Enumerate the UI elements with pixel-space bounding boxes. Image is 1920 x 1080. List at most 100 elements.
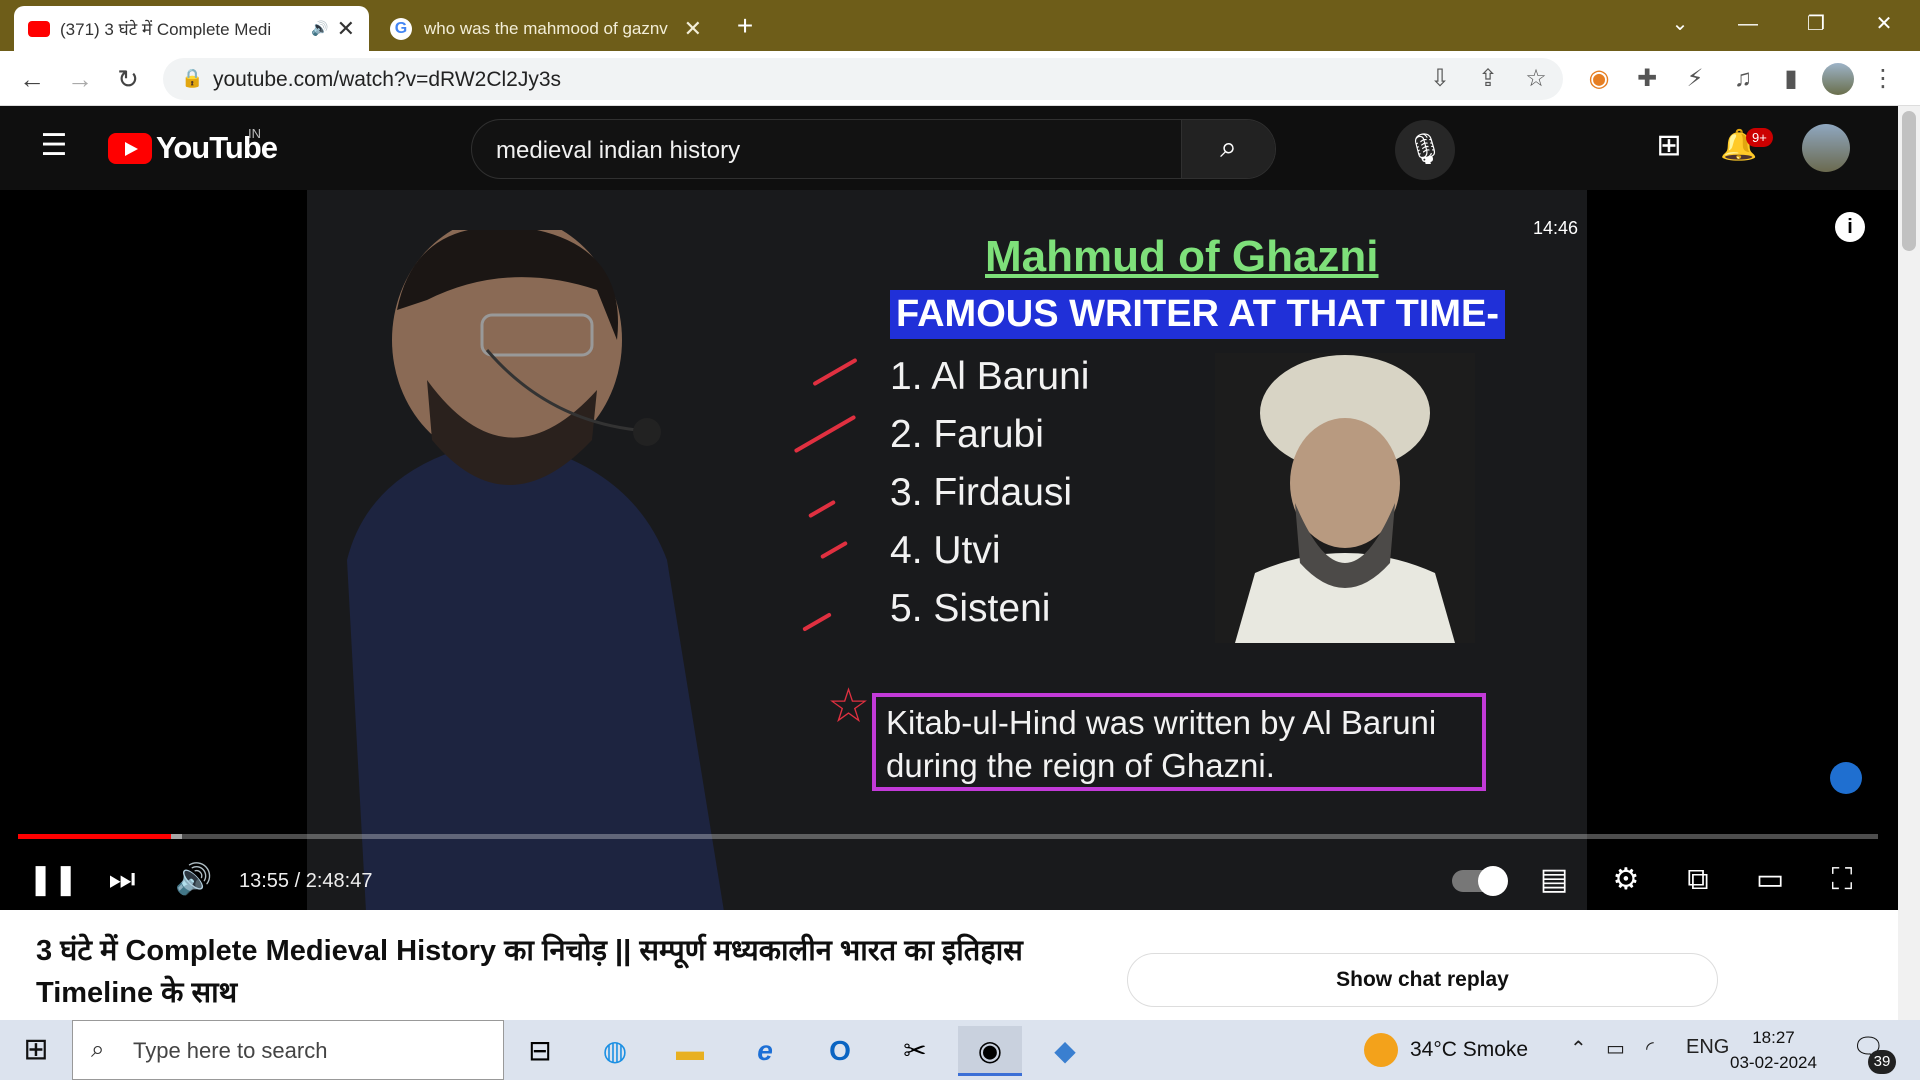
scrollbar-thumb[interactable] <box>1902 111 1916 251</box>
notepad-app-icon[interactable]: ◆ <box>1033 1026 1097 1076</box>
star-mark-icon: ☆ <box>827 680 871 733</box>
internet-explorer-icon[interactable]: e <box>733 1026 797 1076</box>
outlook-icon[interactable]: O <box>808 1026 872 1076</box>
check-mark <box>820 540 848 560</box>
tab-title: who was the mahmood of gaznv <box>424 18 668 38</box>
search-icon: ⌕ <box>91 1036 105 1063</box>
file-explorer-icon[interactable]: ▬ <box>658 1026 722 1076</box>
create-video-icon[interactable]: ⊞ <box>1647 128 1691 163</box>
youtube-play-icon <box>108 132 152 164</box>
windows-taskbar: ⊞ ⌕ Type here to search ⊟ ◍ ▬ e O ✂ ◉ ◆ … <box>0 1020 1920 1080</box>
profile-avatar[interactable] <box>1822 63 1854 95</box>
account-avatar[interactable] <box>1802 124 1850 172</box>
progress-played <box>18 834 172 839</box>
performance-icon[interactable]: ⚡ <box>1678 62 1712 96</box>
check-mark <box>808 499 836 519</box>
tab-close-icon[interactable]: ✕ <box>684 16 702 42</box>
weather-sun-icon <box>1364 1033 1398 1067</box>
search-input[interactable]: medieval indian history <box>496 137 740 165</box>
video-player[interactable]: Mahmud of Ghazni FAMOUS WRITER AT THAT T… <box>0 190 1898 910</box>
autoplay-toggle[interactable] <box>1452 866 1508 896</box>
bookmark-star-icon[interactable]: ☆ <box>1519 62 1553 96</box>
media-controls-icon[interactable]: ♫ <box>1726 62 1760 96</box>
google-favicon-icon: G <box>390 17 412 40</box>
address-bar[interactable]: 🔒 youtube.com/watch?v=dRW2Cl2Jy3s ⇩ ⇪ ☆ <box>163 58 1563 100</box>
share-icon[interactable]: ⇪ <box>1471 62 1505 96</box>
miniplayer-button[interactable]: ⧉ <box>1674 858 1722 902</box>
writer-item: 4. Utvi <box>890 529 1001 572</box>
theater-mode-button[interactable]: ▭ <box>1746 858 1794 902</box>
tab-close-icon[interactable]: ✕ <box>337 16 355 42</box>
microphone-icon: 🎙 <box>1405 133 1445 166</box>
video-title: 3 घंटे में Complete Medieval History का … <box>36 935 1023 1009</box>
taskbar-search[interactable]: ⌕ Type here to search <box>72 1020 504 1080</box>
country-code: IN <box>248 126 261 141</box>
extension-icon[interactable]: ◉ <box>1582 62 1616 96</box>
kitab-note-line: Kitab-ul-Hind was written by Al Baruni <box>886 704 1437 741</box>
tab-search-button[interactable]: ⌄ <box>1662 8 1698 40</box>
edge-browser-icon[interactable]: ◍ <box>583 1026 647 1076</box>
forward-button[interactable]: → <box>62 61 98 97</box>
video-info-section: 3 घंटे में Complete Medieval History का … <box>0 910 1898 1020</box>
tab-title: (371) 3 घंटे में Complete Medi <box>60 20 272 39</box>
settings-gear-icon: ⚙ <box>1612 863 1640 896</box>
reload-button[interactable]: ↻ <box>110 61 146 97</box>
progress-bar[interactable] <box>18 834 1878 839</box>
presenter-figure <box>347 230 724 910</box>
writer-item: 1. Al Baruni <box>890 355 1090 398</box>
url-text[interactable]: youtube.com/watch?v=dRW2Cl2Jy3s <box>213 68 561 92</box>
miniplayer-icon: ⧉ <box>1687 863 1709 896</box>
settings-button[interactable]: ⚙ <box>1602 858 1650 902</box>
battery-icon[interactable]: ▭ <box>1606 1036 1625 1061</box>
weather-widget[interactable]: 34°C Smoke <box>1364 1020 1528 1080</box>
search-box[interactable]: medieval indian history ⌕ <box>471 119 1276 179</box>
writer-item: 5. Sisteni <box>890 587 1051 630</box>
page-scrollbar[interactable] <box>1898 106 1920 1020</box>
taskbar-clock[interactable]: 18:27 03-02-2024 <box>1730 1025 1817 1075</box>
close-window-button[interactable]: ✕ <box>1866 8 1902 40</box>
search-button[interactable]: ⌕ <box>1181 120 1275 178</box>
extensions-puzzle-icon[interactable]: ✚ <box>1630 62 1664 96</box>
task-view-icon[interactable]: ⊟ <box>508 1026 572 1076</box>
side-panel-icon[interactable]: ▮ <box>1774 62 1808 96</box>
new-tab-button[interactable]: + <box>727 10 763 42</box>
fullscreen-button[interactable]: ⛶ <box>1818 858 1866 902</box>
install-app-icon[interactable]: ⇩ <box>1423 62 1457 96</box>
volume-icon: 🔊 <box>175 863 213 896</box>
hamburger-menu-icon[interactable]: ☰ <box>32 128 76 163</box>
writer-item: 2. Farubi <box>890 413 1044 456</box>
show-hidden-icons-chevron-icon[interactable]: ⌃ <box>1570 1036 1587 1061</box>
wifi-icon[interactable]: ◜ <box>1646 1036 1654 1061</box>
voice-search-button[interactable]: 🎙 <box>1395 120 1455 180</box>
snipping-tool-icon[interactable]: ✂ <box>883 1026 947 1076</box>
board-timestamp: 14:46 <box>1533 218 1579 238</box>
subtitles-button[interactable]: ▤ <box>1530 858 1578 902</box>
start-button[interactable]: ⊞ <box>0 1020 72 1080</box>
audio-playing-icon[interactable]: 🔊 <box>311 20 328 37</box>
tab-google[interactable]: G who was the mahmood of gaznv ✕ <box>376 6 716 51</box>
mute-button[interactable]: 🔊 <box>170 858 218 902</box>
video-frame[interactable]: Mahmud of Ghazni FAMOUS WRITER AT THAT T… <box>307 190 1587 910</box>
maximize-button[interactable]: ❐ <box>1798 8 1834 40</box>
info-icon[interactable]: i <box>1835 212 1865 242</box>
tab-youtube[interactable]: (371) 3 घंटे में Complete Medi 🔊 ✕ <box>14 6 369 51</box>
show-chat-replay-button[interactable]: Show chat replay <box>1127 953 1718 1007</box>
pause-button[interactable]: ❚❚ <box>28 858 78 902</box>
notification-count-badge: 39 <box>1868 1050 1896 1074</box>
youtube-logo[interactable]: YouTube IN <box>108 126 278 166</box>
browser-menu-icon[interactable]: ⋮ <box>1866 62 1900 96</box>
board-subheading: FAMOUS WRITER AT THAT TIME- <box>890 290 1505 339</box>
chrome-icon[interactable]: ◉ <box>958 1026 1022 1076</box>
next-button[interactable]: ⏭ <box>98 858 146 902</box>
windows-logo-icon: ⊞ <box>23 1033 49 1066</box>
minimize-button[interactable]: — <box>1730 8 1766 40</box>
back-button[interactable]: ← <box>14 61 50 97</box>
language-indicator[interactable]: ENG <box>1686 1036 1729 1059</box>
taskbar-search-input[interactable]: Type here to search <box>133 1038 327 1064</box>
lock-icon: 🔒 <box>181 68 204 88</box>
kitab-note-line: during the reign of Ghazni. <box>886 747 1275 784</box>
autoplay-knob <box>1478 866 1508 896</box>
clock-time: 18:27 <box>1752 1028 1795 1047</box>
youtube-favicon-icon <box>28 20 50 37</box>
channel-watermark-icon[interactable] <box>1830 762 1862 794</box>
